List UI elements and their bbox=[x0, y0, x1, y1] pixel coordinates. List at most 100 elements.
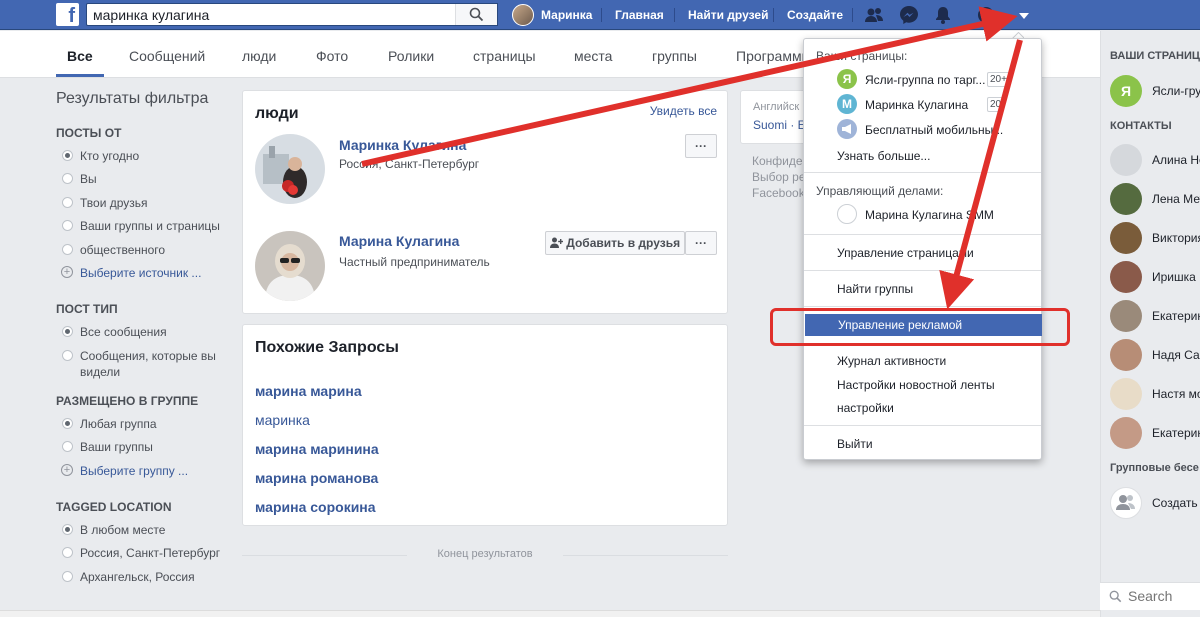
filter-option[interactable]: Россия, Санкт-Петербург bbox=[56, 545, 236, 568]
see-all-link[interactable]: Увидеть все bbox=[650, 104, 717, 118]
tab-groups[interactable]: группы bbox=[652, 31, 697, 77]
filter-option[interactable]: Твои друзья bbox=[56, 195, 236, 218]
contact-item[interactable]: Екатерин bbox=[1110, 417, 1200, 449]
posted-in-group-title: РАЗМЕЩЕНО В ГРУППЕ bbox=[56, 393, 199, 408]
activity-log-item[interactable]: Журнал активности bbox=[837, 354, 946, 368]
menu-divider bbox=[804, 172, 1041, 173]
filter-option[interactable]: Сообщения, которые вы видели bbox=[56, 348, 236, 394]
filter-option[interactable]: Кто угодно bbox=[56, 148, 236, 171]
menu-divider bbox=[804, 234, 1041, 235]
news-feed-preferences-item[interactable]: Настройки новостной ленты bbox=[837, 378, 995, 392]
horizontal-scrollbar[interactable] bbox=[0, 610, 1100, 617]
find-friends-link[interactable]: Найти друзей bbox=[688, 0, 768, 30]
tab-pages[interactable]: страницы bbox=[473, 31, 536, 77]
filter-title: Результаты фильтра bbox=[56, 90, 209, 107]
filter-option[interactable]: Вы bbox=[56, 171, 236, 194]
contact-item[interactable]: Виктория bbox=[1110, 222, 1200, 254]
create-link[interactable]: Создайте bbox=[787, 0, 843, 30]
footer-link[interactable]: Выбор рек bbox=[752, 169, 811, 185]
menu-divider bbox=[804, 270, 1041, 271]
add-friend-button[interactable]: Добавить в друзья bbox=[545, 231, 685, 255]
search-input[interactable] bbox=[87, 4, 447, 25]
contact-item[interactable]: Лена Мет bbox=[1110, 183, 1200, 215]
more-options-button[interactable]: ··· bbox=[685, 231, 717, 255]
filter-option[interactable]: Архангельск, Россия bbox=[56, 569, 236, 592]
radio-selected-icon bbox=[62, 417, 73, 429]
page-item[interactable]: Я Ясли-груп bbox=[1110, 75, 1200, 107]
plus-icon: + bbox=[61, 463, 73, 476]
group-icon bbox=[1110, 487, 1142, 519]
page-avatar: М bbox=[837, 94, 857, 114]
create-group-button[interactable]: Создать bbox=[1110, 487, 1200, 519]
query-link[interactable]: маринка bbox=[255, 412, 310, 428]
settings-item[interactable]: настройки bbox=[837, 401, 894, 415]
radio-icon bbox=[62, 243, 73, 255]
more-options-button[interactable]: ··· bbox=[685, 134, 717, 158]
manage-pages-item[interactable]: Управление страницами bbox=[837, 246, 974, 260]
posts-from-title: ПОСТЫ ОТ bbox=[56, 126, 122, 140]
menu-divider bbox=[804, 425, 1041, 426]
person-photo[interactable] bbox=[255, 231, 325, 301]
facebook-logo[interactable]: f bbox=[56, 3, 79, 26]
filter-option[interactable]: В любом месте bbox=[56, 522, 236, 545]
footer-link[interactable]: Facebook bbox=[752, 185, 811, 201]
tab-apps[interactable]: Программы bbox=[736, 31, 812, 77]
contact-item[interactable]: Иришка П bbox=[1110, 261, 1200, 293]
contact-item[interactable]: Екатерин bbox=[1110, 300, 1200, 332]
dropdown-page-item[interactable]: Бесплатный мобильны... bbox=[837, 119, 1037, 141]
contact-item[interactable]: Надя Сав bbox=[1110, 339, 1200, 371]
help-icon[interactable]: ? bbox=[976, 5, 996, 25]
tab-all[interactable]: Все bbox=[56, 31, 104, 77]
contact-avatar bbox=[1110, 417, 1142, 449]
notifications-icon[interactable] bbox=[933, 5, 953, 25]
search-button[interactable] bbox=[455, 4, 497, 25]
find-groups-item[interactable]: Найти группы bbox=[837, 282, 913, 296]
person-photo[interactable] bbox=[255, 134, 325, 204]
home-link[interactable]: Главная bbox=[615, 0, 664, 30]
filter-sidebar: Результаты фильтра ПОСТЫ ОТ Кто угодно В… bbox=[56, 90, 236, 592]
radio-selected-icon bbox=[62, 150, 73, 161]
friend-requests-icon[interactable] bbox=[864, 5, 884, 25]
logout-item[interactable]: Выйти bbox=[837, 437, 873, 451]
dropdown-page-item[interactable]: М Маринка Кулагина 20 bbox=[837, 94, 1037, 116]
contact-item[interactable]: Настя мо bbox=[1110, 378, 1200, 410]
chat-search bbox=[1100, 582, 1200, 610]
choose-group-link[interactable]: + Выберите группу ... bbox=[56, 463, 236, 486]
query-link[interactable]: марина сорокина bbox=[255, 499, 376, 515]
tab-places[interactable]: места bbox=[574, 31, 612, 77]
page-name: Бесплатный мобильны... bbox=[865, 123, 1004, 137]
person-name-link[interactable]: Маринка Кулагина bbox=[339, 137, 466, 153]
contact-item[interactable]: Алина Но bbox=[1110, 144, 1200, 176]
query-link[interactable]: марина маринина bbox=[255, 441, 379, 457]
contact-avatar bbox=[1110, 339, 1142, 371]
language-card: Английск Suomi · Es bbox=[740, 90, 812, 144]
add-friend-icon bbox=[549, 237, 564, 248]
query-link[interactable]: марина марина bbox=[255, 383, 362, 399]
account-menu-caret-icon[interactable] bbox=[1014, 5, 1034, 25]
radio-icon bbox=[62, 570, 73, 582]
messenger-icon[interactable] bbox=[899, 5, 919, 25]
choose-source-link[interactable]: + Выберите источник ... bbox=[56, 265, 236, 288]
post-type-title: ПОСТ ТИП bbox=[56, 302, 118, 317]
tab-posts[interactable]: Сообщений bbox=[129, 31, 205, 77]
dropdown-page-item[interactable]: Я Ясли-группа по тарг... 20+ bbox=[837, 69, 1037, 91]
person-name-link[interactable]: Марина Кулагина bbox=[339, 233, 459, 249]
page-name: Ясли-груп bbox=[1152, 84, 1200, 98]
learn-more-link[interactable]: Узнать больше... bbox=[837, 149, 930, 163]
profile-avatar[interactable] bbox=[512, 4, 534, 26]
filter-option[interactable]: Любая группа bbox=[56, 416, 236, 439]
tab-people[interactable]: люди bbox=[242, 31, 276, 77]
tab-videos[interactable]: Ролики bbox=[388, 31, 434, 77]
contact-avatar bbox=[1110, 222, 1142, 254]
query-link[interactable]: марина романова bbox=[255, 470, 378, 486]
svg-text:?: ? bbox=[982, 9, 989, 23]
footer-link[interactable]: Конфиде bbox=[752, 153, 811, 169]
menu-divider bbox=[804, 306, 1041, 307]
tab-photos[interactable]: Фото bbox=[316, 31, 348, 77]
profile-link[interactable]: Маринка bbox=[541, 0, 592, 30]
filter-option[interactable]: общественного bbox=[56, 242, 236, 265]
filter-option[interactable]: Ваши группы bbox=[56, 439, 236, 462]
business-manager-item[interactable]: Марина Кулагина SMM bbox=[837, 204, 1037, 226]
filter-option[interactable]: Ваши группы и страницы bbox=[56, 218, 236, 241]
filter-option[interactable]: Все сообщения bbox=[56, 324, 236, 347]
